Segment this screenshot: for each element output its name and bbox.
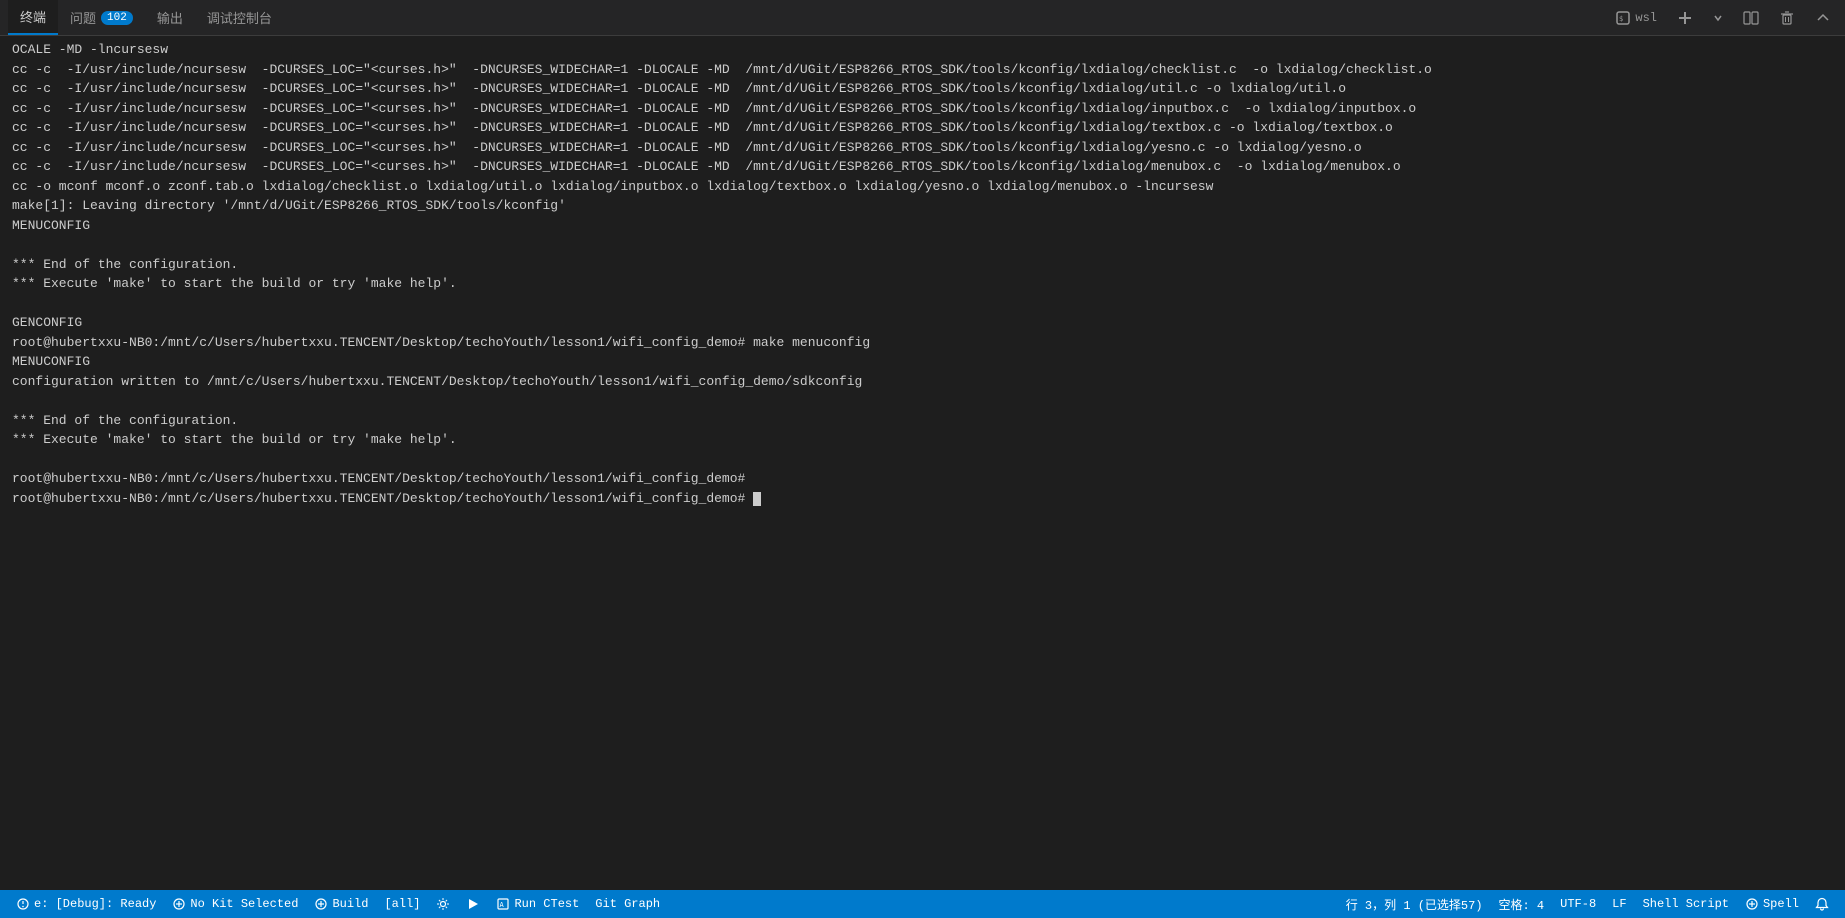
status-run-ctest[interactable]: A Run CTest: [488, 890, 587, 918]
status-encoding[interactable]: UTF-8: [1552, 890, 1604, 918]
status-encoding-label: UTF-8: [1560, 897, 1596, 911]
chevron-up-icon: [1815, 10, 1831, 26]
status-git-graph-label: Git Graph: [595, 897, 660, 911]
wsl-label: wsl: [1635, 11, 1657, 25]
terminal-cursor: [753, 492, 761, 506]
status-no-kit-label: No Kit Selected: [190, 897, 298, 911]
terminal-menu-button[interactable]: [1707, 8, 1729, 28]
status-spaces[interactable]: 空格: 4: [1491, 890, 1553, 918]
status-spell[interactable]: Spell: [1737, 890, 1807, 918]
status-language[interactable]: Shell Script: [1635, 890, 1737, 918]
status-line-ending-label: LF: [1612, 897, 1626, 911]
wsl-icon: $: [1615, 10, 1631, 26]
tab-debug-console-label: 调试控制台: [207, 8, 272, 27]
tab-problems-badge: 102: [101, 11, 133, 25]
add-terminal-button[interactable]: [1671, 8, 1699, 28]
svg-text:$: $: [1619, 15, 1623, 23]
status-build-label: Build: [332, 897, 368, 911]
chevron-down-icon: [1713, 10, 1723, 26]
terminal-line-1: OCALE -MD -lncursesw cc -c -I/usr/includ…: [12, 40, 1833, 508]
svg-text:A: A: [500, 901, 505, 909]
status-all-label: [all]: [384, 897, 420, 911]
split-terminal-button[interactable]: [1737, 8, 1765, 28]
tab-debug-console[interactable]: 调试控制台: [195, 0, 284, 35]
debug-icon: [16, 897, 30, 911]
status-config-button[interactable]: [428, 890, 458, 918]
split-icon: [1743, 10, 1759, 26]
status-cursor-label: 行 3，列 1 (已选择57): [1346, 896, 1483, 913]
delete-terminal-button[interactable]: [1773, 8, 1801, 28]
play-icon: [466, 897, 480, 911]
wsl-indicator: $ wsl: [1609, 8, 1663, 28]
tab-output[interactable]: 输出: [145, 0, 195, 35]
notification-icon: [1815, 897, 1829, 911]
status-cursor-position[interactable]: 行 3，列 1 (已选择57): [1338, 890, 1491, 918]
status-language-label: Shell Script: [1643, 897, 1729, 911]
kit-icon: [172, 897, 186, 911]
status-bar-right: 行 3，列 1 (已选择57) 空格: 4 UTF-8 LF Shell Scr…: [1338, 890, 1837, 918]
build-icon: [314, 897, 328, 911]
trash-icon: [1779, 10, 1795, 26]
tab-problems[interactable]: 问题 102: [58, 0, 145, 35]
terminal-output[interactable]: OCALE -MD -lncursesw cc -c -I/usr/includ…: [0, 36, 1845, 890]
status-git-graph[interactable]: Git Graph: [587, 890, 668, 918]
tab-bar-actions: $ wsl: [1609, 8, 1837, 28]
status-spell-label: Spell: [1763, 897, 1799, 911]
status-line-ending[interactable]: LF: [1604, 890, 1634, 918]
status-run-ctest-label: Run CTest: [514, 897, 579, 911]
tab-terminal-label: 终端: [20, 7, 46, 26]
tab-terminal[interactable]: 终端: [8, 0, 58, 35]
status-all[interactable]: [all]: [376, 890, 428, 918]
add-icon: [1677, 10, 1693, 26]
status-build[interactable]: Build: [306, 890, 376, 918]
status-no-kit[interactable]: No Kit Selected: [164, 890, 306, 918]
status-play-button[interactable]: [458, 890, 488, 918]
status-notifications[interactable]: [1807, 890, 1837, 918]
spell-icon: [1745, 897, 1759, 911]
status-bar: e: [Debug]: Ready No Kit Selected Build …: [0, 890, 1845, 918]
ctest-icon: A: [496, 897, 510, 911]
status-debug-ready[interactable]: e: [Debug]: Ready: [8, 890, 164, 918]
collapse-panel-button[interactable]: [1809, 8, 1837, 28]
tab-problems-label: 问题: [70, 8, 96, 27]
status-spaces-label: 空格: 4: [1499, 896, 1545, 913]
tab-bar: 终端 问题 102 输出 调试控制台 $ wsl: [0, 0, 1845, 36]
tab-output-label: 输出: [157, 8, 183, 27]
status-debug-label: e: [Debug]: Ready: [34, 897, 156, 911]
gear-icon: [436, 897, 450, 911]
